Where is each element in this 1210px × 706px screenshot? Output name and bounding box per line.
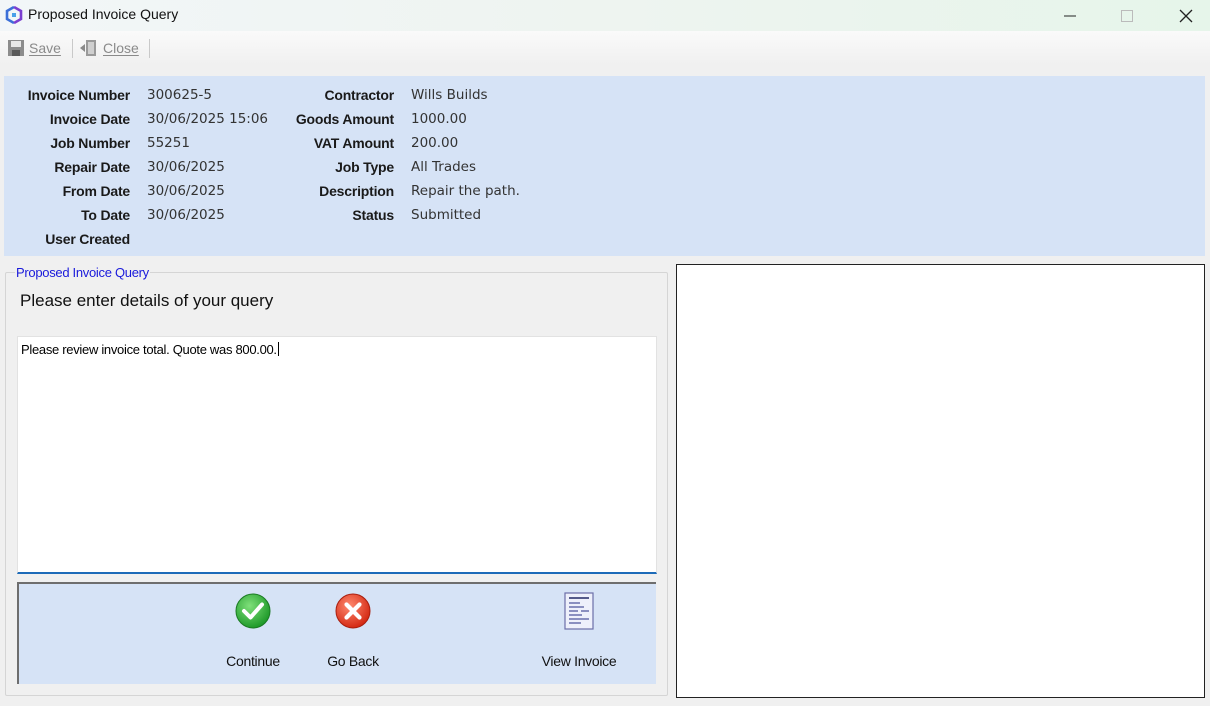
status-label: Status xyxy=(352,207,394,223)
job-type-label: Job Type xyxy=(335,159,394,175)
maximize-button[interactable] xyxy=(1097,0,1157,31)
minimize-button[interactable] xyxy=(1040,0,1100,31)
save-button[interactable]: Save xyxy=(7,38,61,58)
continue-button[interactable]: Continue xyxy=(203,589,303,677)
user-created-label: User Created xyxy=(45,231,130,247)
from-date-label: From Date xyxy=(62,183,131,199)
from-date-row: From Date 30/06/2025 Description Repair … xyxy=(4,181,604,201)
exit-door-icon xyxy=(80,40,96,56)
floppy-disk-icon xyxy=(8,40,24,56)
view-invoice-label: View Invoice xyxy=(541,653,617,669)
to-date-label: To Date xyxy=(81,207,130,223)
invoice-number-label: Invoice Number xyxy=(27,87,130,103)
title-bar: Proposed Invoice Query xyxy=(0,0,1210,31)
invoice-date-value: 30/06/2025 15:06 xyxy=(147,111,269,127)
contractor-value: Wills Builds xyxy=(411,87,488,103)
to-date-row: To Date 30/06/2025 Status Submitted xyxy=(4,205,604,225)
invoice-number-value: 300625-5 xyxy=(147,87,212,103)
close-icon xyxy=(1179,9,1193,22)
goods-amount-label: Goods Amount xyxy=(295,111,394,127)
save-label: Save xyxy=(29,40,61,56)
action-bar: Continue Go Back View Invoice xyxy=(17,582,656,684)
goods-amount-value: 1000.00 xyxy=(411,111,467,127)
query-prompt: Please enter details of your query xyxy=(20,291,274,310)
invoice-date-row: Invoice Date 30/06/2025 15:06 Goods Amou… xyxy=(4,109,604,129)
close-label: Close xyxy=(103,40,139,56)
window-title: Proposed Invoice Query xyxy=(28,6,179,22)
invoice-details-panel: Invoice Number 300625-5 Contractor Wills… xyxy=(4,76,1205,256)
user-created-row: User Created xyxy=(4,229,604,249)
maximize-icon xyxy=(1121,9,1133,22)
query-textarea[interactable]: Please review invoice total. Quote was 8… xyxy=(17,336,657,574)
job-number-row: Job Number 55251 VAT Amount 200.00 xyxy=(4,133,604,153)
invoice-preview-pane xyxy=(676,264,1205,698)
vat-amount-label: VAT Amount xyxy=(313,135,394,151)
toolbar-separator xyxy=(149,39,150,58)
to-date-value: 30/06/2025 xyxy=(147,207,225,223)
toolbar: Save Close xyxy=(0,31,1210,65)
checkmark-icon xyxy=(235,593,271,629)
contractor-label: Contractor xyxy=(324,87,394,103)
job-number-label: Job Number xyxy=(50,135,130,151)
close-button[interactable]: Close xyxy=(79,38,139,58)
text-caret xyxy=(277,342,279,356)
minimize-icon xyxy=(1064,15,1076,16)
description-label: Description xyxy=(319,183,394,199)
toolbar-separator xyxy=(72,39,73,58)
vat-amount-value: 200.00 xyxy=(411,135,459,151)
job-type-value: All Trades xyxy=(411,159,477,175)
from-date-value: 30/06/2025 xyxy=(147,183,225,199)
job-number-value: 55251 xyxy=(147,135,190,151)
repair-date-row: Repair Date 30/06/2025 Job Type All Trad… xyxy=(4,157,604,177)
close-window-button[interactable] xyxy=(1156,0,1210,31)
continue-label: Continue xyxy=(226,653,280,669)
repair-date-label: Repair Date xyxy=(54,159,130,175)
invoice-number-row: Invoice Number 300625-5 Contractor Wills… xyxy=(4,85,604,105)
repair-date-value: 30/06/2025 xyxy=(147,159,225,175)
description-value: Repair the path. xyxy=(411,183,520,199)
app-logo-icon xyxy=(5,5,23,25)
view-invoice-button[interactable]: View Invoice xyxy=(529,589,629,677)
go-back-label: Go Back xyxy=(327,653,379,669)
query-text: Please review invoice total. Quote was 8… xyxy=(21,342,277,357)
status-value: Submitted xyxy=(411,207,482,223)
document-icon xyxy=(561,592,597,630)
invoice-date-label: Invoice Date xyxy=(49,111,130,127)
query-group-title: Proposed Invoice Query xyxy=(15,265,150,280)
cancel-x-icon xyxy=(335,593,371,629)
go-back-button[interactable]: Go Back xyxy=(303,589,403,677)
